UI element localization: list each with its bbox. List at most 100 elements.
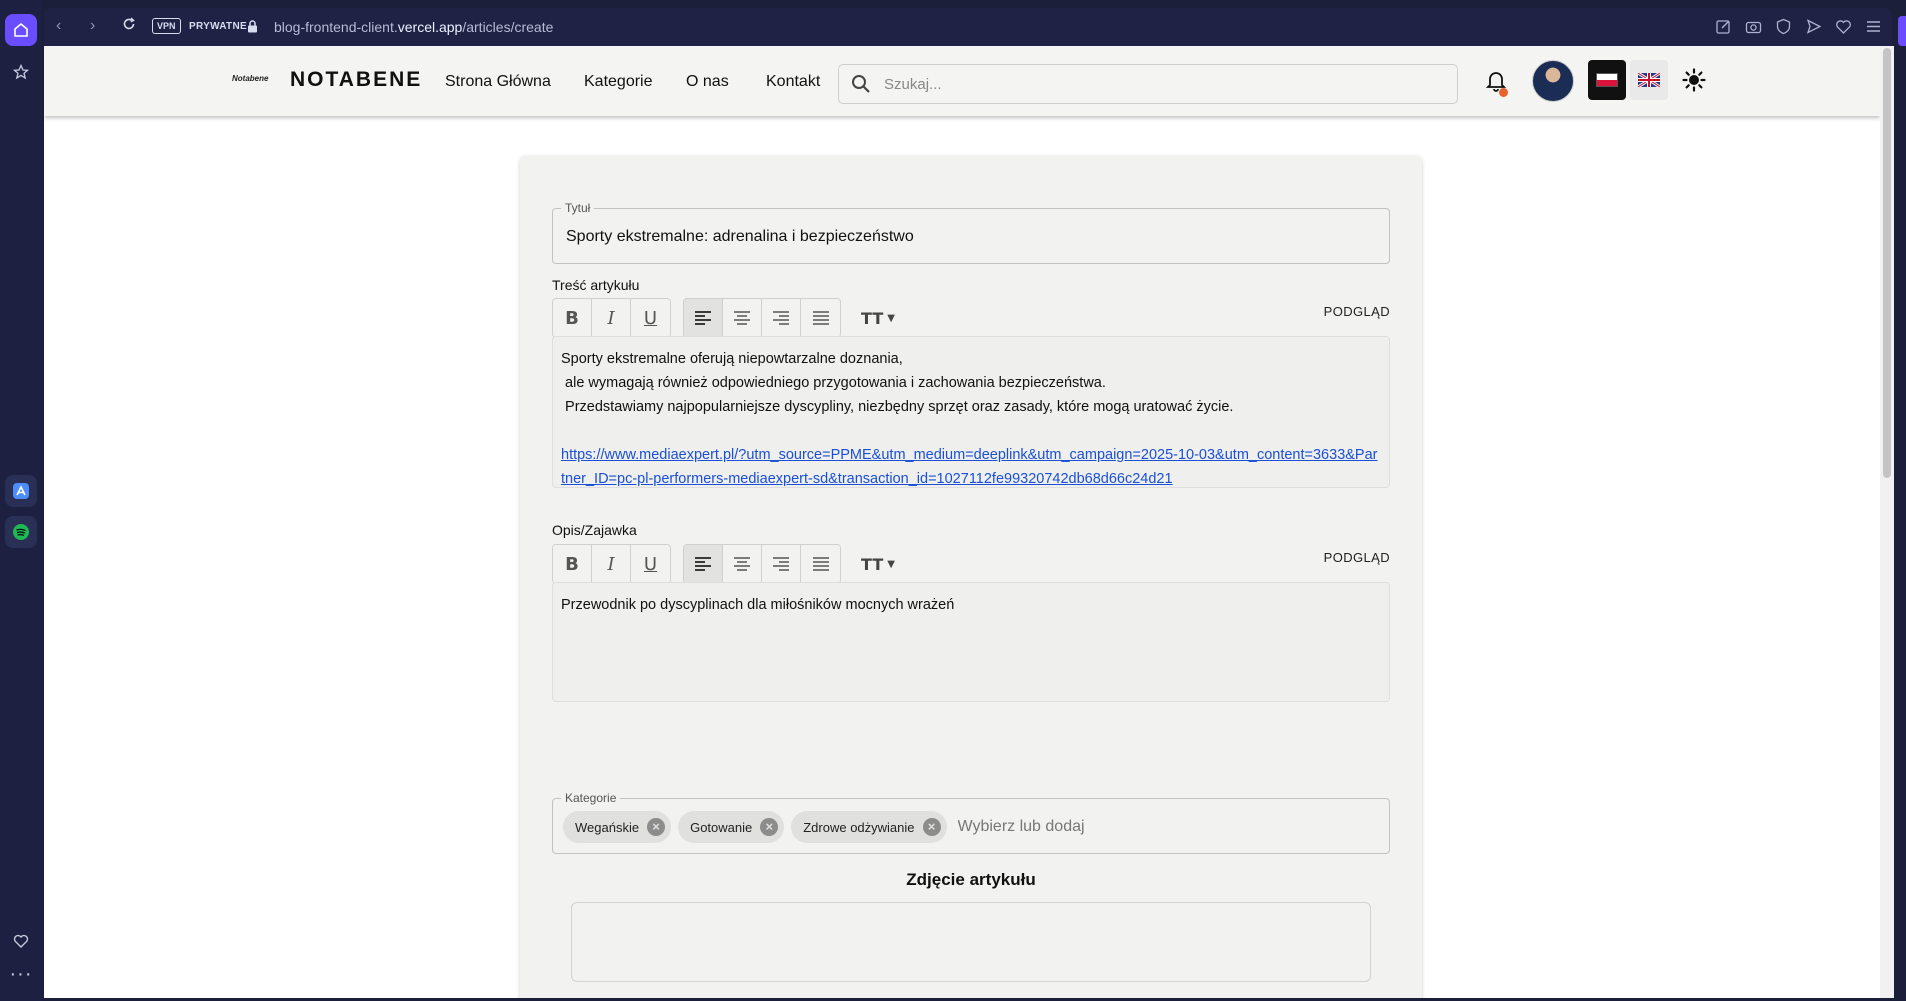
- align-left-icon: [695, 557, 711, 571]
- font-size-icon: TT: [861, 308, 884, 328]
- more-icon[interactable]: ···: [5, 958, 37, 990]
- align-left-icon: [695, 311, 711, 325]
- home-icon[interactable]: [5, 14, 37, 46]
- chip-label: Gotowanie: [690, 819, 753, 835]
- excerpt-editor[interactable]: Przewodnik po dyscyplinach dla miłośnikó…: [552, 582, 1390, 702]
- private-mode-label: PRYWATNE: [189, 21, 247, 32]
- align-left-button[interactable]: [684, 299, 723, 337]
- dropdown-caret-icon: ▼: [887, 312, 895, 324]
- categories-chips: Wegańskie × Gotowanie × Zdrowe odżywianie ×: [563, 811, 1158, 843]
- categories-field: Kategorie Wegańskie × Gotowanie × Zdrowe o…: [552, 791, 1390, 854]
- chip-label: Zdrowe odżywianie: [803, 819, 915, 835]
- align-right-icon: [773, 311, 789, 325]
- title-input-value[interactable]: Sporty ekstremalne: adrenalina i bezpiec…: [566, 228, 914, 246]
- remove-chip-icon[interactable]: ×: [922, 818, 941, 836]
- vpn-badge[interactable]: VPN: [152, 18, 181, 34]
- content-preview-button[interactable]: PODGLĄD: [1324, 304, 1390, 319]
- align-right-button[interactable]: [762, 299, 801, 337]
- italic-button[interactable]: I: [592, 545, 631, 583]
- align-center-button[interactable]: [723, 299, 762, 337]
- bold-button[interactable]: B: [553, 299, 592, 337]
- browser-actions: [1715, 18, 1882, 35]
- excerpt-label: Opis/Zajawka: [552, 522, 637, 538]
- back-icon[interactable]: ‹: [56, 17, 61, 35]
- dropdown-caret-icon: ▼: [887, 558, 895, 570]
- right-edge: [1896, 0, 1906, 1001]
- category-chip: Wegańskie ×: [563, 811, 672, 843]
- align-justify-icon: [812, 311, 829, 325]
- site-brand[interactable]: NOTABENE: [290, 68, 422, 92]
- underline-button[interactable]: U: [631, 299, 670, 337]
- scrollbar-thumb[interactable]: [1883, 48, 1891, 478]
- align-right-button[interactable]: [762, 545, 801, 583]
- address-bar[interactable]: blog-frontend-client.vercel.app/articles…: [274, 19, 553, 35]
- align-justify-button[interactable]: [801, 299, 840, 337]
- image-section-title: Zdjęcie artykułu: [906, 870, 1036, 889]
- edit-icon[interactable]: [1715, 18, 1732, 35]
- italic-button[interactable]: I: [592, 299, 631, 337]
- language-en-button[interactable]: [1630, 60, 1668, 100]
- search-box: [838, 64, 1458, 104]
- search-input[interactable]: [884, 73, 1434, 95]
- url-prefix: blog-frontend-client.: [274, 19, 398, 35]
- shield-icon[interactable]: [1775, 18, 1792, 35]
- align-center-icon: [734, 557, 750, 571]
- content-line: Sporty ekstremalne oferują niepowtarzaln…: [561, 351, 903, 367]
- speed-dial-icon[interactable]: [5, 56, 37, 88]
- language-pl-button[interactable]: [1588, 60, 1626, 100]
- category-chip: Gotowanie ×: [678, 811, 785, 843]
- site-logo[interactable]: Notabene: [232, 74, 268, 83]
- poland-flag-icon: [1596, 73, 1618, 87]
- app-store-icon[interactable]: [5, 475, 37, 507]
- excerpt-text: Przewodnik po dyscyplinach dla miłośnikó…: [561, 597, 955, 613]
- browser-toolbar: ‹ › VPN PRYWATNE blog-frontend-client.ve…: [44, 8, 1892, 46]
- category-chip: Zdrowe odżywianie ×: [791, 811, 947, 843]
- camera-icon[interactable]: [1745, 18, 1762, 35]
- theme-toggle-sun-icon[interactable]: [1682, 68, 1706, 97]
- forward-icon[interactable]: ›: [90, 17, 95, 35]
- send-icon[interactable]: [1805, 18, 1822, 35]
- notifications-bell-icon[interactable]: [1485, 70, 1508, 97]
- image-upload-area[interactable]: [571, 902, 1371, 982]
- content-editor[interactable]: Sporty ekstremalne oferują niepowtarzaln…: [552, 336, 1390, 488]
- site-header: Notabene NOTABENE Strona Główna Kategori…: [44, 46, 1880, 116]
- align-group: [683, 544, 841, 584]
- category-input[interactable]: [957, 818, 1158, 836]
- nav-link-categories[interactable]: Kategorie: [584, 73, 653, 91]
- sidebar-tab: [1898, 16, 1906, 46]
- url-domain: vercel.app: [397, 19, 463, 35]
- categories-label: Kategorie: [561, 791, 621, 805]
- content-line: Przedstawiamy najpopularniejsze dyscypli…: [561, 399, 1234, 415]
- font-size-dropdown[interactable]: TT ▼: [853, 299, 903, 337]
- favorites-icon[interactable]: [5, 925, 37, 957]
- heart-icon[interactable]: [1835, 18, 1852, 35]
- title-field[interactable]: Tytuł Sporty ekstremalne: adrenalina i b…: [552, 201, 1390, 264]
- format-group: B I U: [552, 298, 671, 338]
- lock-icon[interactable]: [247, 20, 258, 36]
- url-path: /articles/create: [462, 19, 554, 35]
- font-size-dropdown[interactable]: TT ▼: [853, 545, 903, 583]
- bold-button[interactable]: B: [553, 545, 592, 583]
- content-link[interactable]: https://www.mediaexpert.pl/?utm_source=P…: [561, 447, 1378, 487]
- align-justify-icon: [812, 557, 829, 571]
- content-toolbar: B I U TT ▼: [552, 298, 903, 338]
- remove-chip-icon[interactable]: ×: [647, 818, 666, 836]
- align-left-button[interactable]: [684, 545, 723, 583]
- nav-link-about[interactable]: O nas: [686, 73, 729, 91]
- content-blank-line: [561, 419, 1381, 443]
- content-line: ale wymagają również odpowiedniego przyg…: [561, 375, 1106, 391]
- user-avatar[interactable]: [1532, 60, 1574, 102]
- page-scrollbar[interactable]: [1880, 46, 1894, 998]
- spotify-icon[interactable]: [5, 516, 37, 548]
- excerpt-toolbar: B I U TT ▼: [552, 544, 903, 584]
- menu-icon[interactable]: [1865, 18, 1882, 35]
- nav-link-contact[interactable]: Kontakt: [766, 73, 820, 91]
- nav-link-home[interactable]: Strona Główna: [445, 73, 551, 91]
- format-group: B I U: [552, 544, 671, 584]
- reload-icon[interactable]: [122, 17, 136, 36]
- excerpt-preview-button[interactable]: PODGLĄD: [1324, 550, 1390, 565]
- align-justify-button[interactable]: [801, 545, 840, 583]
- remove-chip-icon[interactable]: ×: [760, 818, 779, 836]
- underline-button[interactable]: U: [631, 545, 670, 583]
- align-center-button[interactable]: [723, 545, 762, 583]
